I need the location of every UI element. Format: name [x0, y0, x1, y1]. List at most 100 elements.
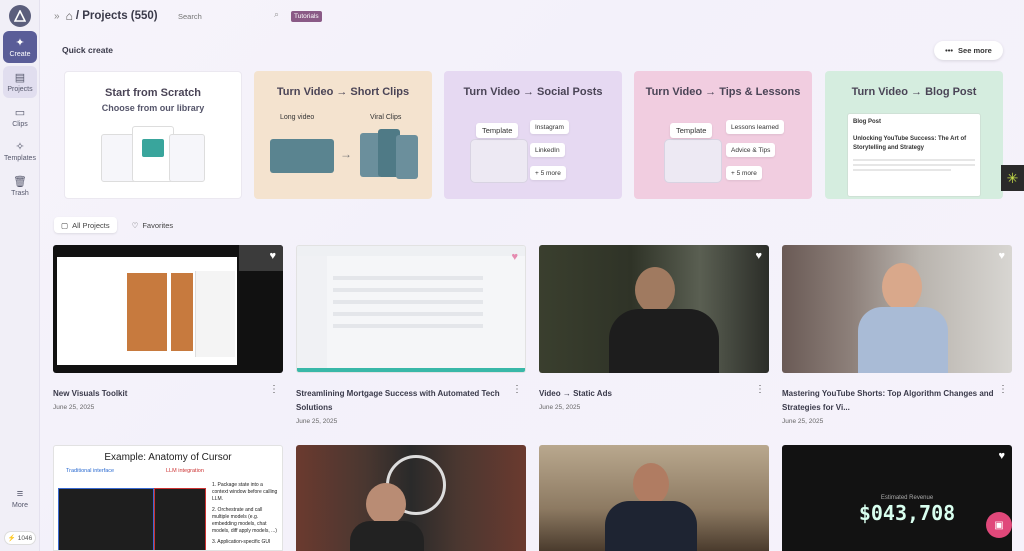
folder-icon	[470, 139, 528, 183]
card-title: Turn Video → Short Clips	[276, 86, 410, 98]
project-thumbnail[interactable]: ♥	[53, 245, 283, 373]
revenue-value: $043,708	[858, 501, 956, 525]
project-card[interactable]: ♥ New Visuals Toolkit June 25, 2025 ⋮	[53, 245, 283, 411]
slide-point: 3. Application-specific GUI	[212, 539, 271, 545]
long-video-label: Long video	[280, 114, 315, 121]
long-video-thumbnail	[270, 139, 334, 173]
side-widget-button[interactable]: ✳	[1001, 165, 1024, 191]
card-title: Turn Video → Social Posts	[463, 86, 603, 98]
project-thumbnail[interactable]	[296, 445, 526, 551]
more-options-icon[interactable]: ⋮	[512, 385, 522, 395]
sidebar-item-label: Create	[9, 50, 31, 58]
search-box[interactable]: ⌕	[173, 8, 283, 24]
favorite-icon[interactable]: ♥	[998, 250, 1005, 262]
more-options-icon[interactable]: ⋮	[269, 385, 279, 395]
credits-badge[interactable]: ⚡ 1046	[4, 531, 36, 545]
blog-label: Blog Post	[853, 119, 881, 125]
templates-icon: ✧	[15, 140, 25, 153]
bolt-icon: ⚡	[7, 535, 16, 542]
template-label: Template	[476, 123, 519, 138]
quick-create-label: Quick create	[62, 45, 114, 55]
sidebar: ✦ Create ▤ Projects ▭ Clips ✧ Templates …	[0, 0, 40, 551]
project-thumbnail[interactable]: ♥	[296, 245, 526, 373]
card-video-to-blog-post[interactable]: Turn Video → Blog Post Blog Post Unlocki…	[825, 71, 1003, 199]
app-logo[interactable]	[9, 5, 31, 27]
project-title: New Visuals Toolkit	[53, 389, 128, 398]
tab-favorites[interactable]: ♡ Favorites	[125, 217, 181, 233]
project-card[interactable]: ♥ Mastering YouTube Shorts: Top Algorith…	[782, 245, 1012, 425]
pill-more: + 5 more	[530, 166, 566, 180]
project-card[interactable]: ♥ Streamlining Mortgage Success with Aut…	[296, 245, 526, 425]
project-date: June 25, 2025	[53, 404, 95, 411]
template-preview-right	[169, 134, 205, 182]
card-video-to-social-posts[interactable]: Turn Video → Social Posts Template Insta…	[444, 71, 622, 199]
sidebar-item-clips[interactable]: ▭ Clips	[3, 101, 37, 133]
tab-label: All Projects	[72, 220, 110, 230]
card-start-from-scratch[interactable]: Start from Scratch Choose from our libra…	[64, 71, 242, 199]
arrow-icon: →	[340, 147, 352, 161]
favorite-icon[interactable]: ♥	[998, 450, 1005, 462]
sidebar-item-trash[interactable]: 🗑 Trash	[3, 170, 37, 202]
card-title: Turn Video → Tips & Lessons	[645, 86, 801, 98]
viral-clips-label: Viral Clips	[370, 114, 402, 121]
sidebar-item-more[interactable]: ≡ More	[3, 482, 37, 514]
favorite-icon[interactable]: ♥	[269, 250, 276, 262]
favorite-icon[interactable]: ♥	[511, 251, 518, 263]
project-thumbnail[interactable]	[539, 445, 769, 551]
folder-icon: ▢	[61, 220, 69, 230]
projects-icon: ▤	[14, 71, 26, 84]
project-card[interactable]: ♥ Video → Static Ads June 25, 2025 ⋮	[539, 245, 769, 411]
card-title: Turn Video → Blog Post	[851, 86, 977, 98]
see-more-label: See more	[958, 46, 992, 55]
project-date: June 25, 2025	[296, 418, 338, 425]
pill-instagram: Instagram	[530, 120, 569, 134]
more-dots-icon: •••	[945, 46, 954, 55]
sparkle-icon: ✦	[15, 36, 25, 49]
chat-button[interactable]: ▣	[986, 512, 1012, 538]
sidebar-item-label: Trash	[11, 189, 29, 197]
tab-all-projects[interactable]: ▢ All Projects	[54, 217, 117, 233]
blog-heading: Unlocking YouTube Success: The Art of St…	[853, 136, 967, 151]
sidebar-item-templates[interactable]: ✧ Templates	[3, 135, 37, 167]
folder-icon	[664, 139, 722, 183]
asterisk-icon: ✳	[1006, 169, 1019, 186]
tutorials-button[interactable]: Tutorials	[291, 11, 322, 22]
card-title: Start from Scratch	[105, 87, 201, 99]
more-options-icon[interactable]: ⋮	[998, 385, 1008, 395]
sidebar-item-create[interactable]: ✦ Create	[3, 31, 37, 63]
template-preview-center	[132, 126, 174, 182]
search-input[interactable]	[178, 11, 258, 21]
search-icon: ⌕	[273, 9, 279, 19]
slide-title: Example: Anatomy of Cursor	[104, 452, 232, 463]
page-title: / Projects (550)	[75, 10, 158, 22]
project-thumbnail[interactable]: ♥	[539, 245, 769, 373]
card-subtitle: Choose from our library	[101, 103, 205, 113]
heart-icon: ♡	[131, 220, 139, 230]
slide-left-label: Traditional interface	[66, 468, 115, 474]
trash-icon: 🗑	[13, 175, 27, 188]
sidebar-item-projects[interactable]: ▤ Projects	[3, 66, 37, 98]
tab-label: Favorites	[142, 220, 174, 230]
project-thumbnail[interactable]: ♥ Estimated Revenue $043,708	[782, 445, 1012, 551]
see-more-button[interactable]: ••• See more	[934, 41, 1003, 60]
card-video-to-tips-lessons[interactable]: Turn Video → Tips & Lessons Template Les…	[634, 71, 812, 199]
chat-icon: ▣	[994, 519, 1004, 531]
menu-icon: ≡	[16, 487, 24, 500]
sidebar-item-label: Projects	[7, 85, 33, 93]
pill-linkedin: LinkedIn	[530, 143, 565, 157]
home-icon[interactable]: ⌂	[66, 9, 73, 23]
project-date: June 25, 2025	[782, 418, 824, 425]
breadcrumb: » ⌂ / Projects (550)	[54, 6, 158, 26]
favorite-icon[interactable]: ♥	[755, 250, 762, 262]
card-video-to-short-clips[interactable]: Turn Video → Short Clips Long video Vira…	[254, 71, 432, 199]
project-thumbnail[interactable]: Example: Anatomy of Cursor Traditional i…	[53, 445, 283, 551]
clip-thumbnail	[396, 135, 418, 179]
credits-count: 1046	[17, 534, 33, 542]
project-title: Mastering YouTube Shorts: Top Algorithm …	[782, 389, 994, 412]
more-options-icon[interactable]: ⋮	[755, 385, 765, 395]
project-title: Video → Static Ads	[539, 389, 612, 398]
expand-sidebar-icon[interactable]: »	[54, 11, 60, 22]
project-thumbnail[interactable]: ♥	[782, 245, 1012, 373]
slide-right-label: LLM integration	[166, 468, 204, 474]
clips-icon: ▭	[14, 106, 26, 119]
